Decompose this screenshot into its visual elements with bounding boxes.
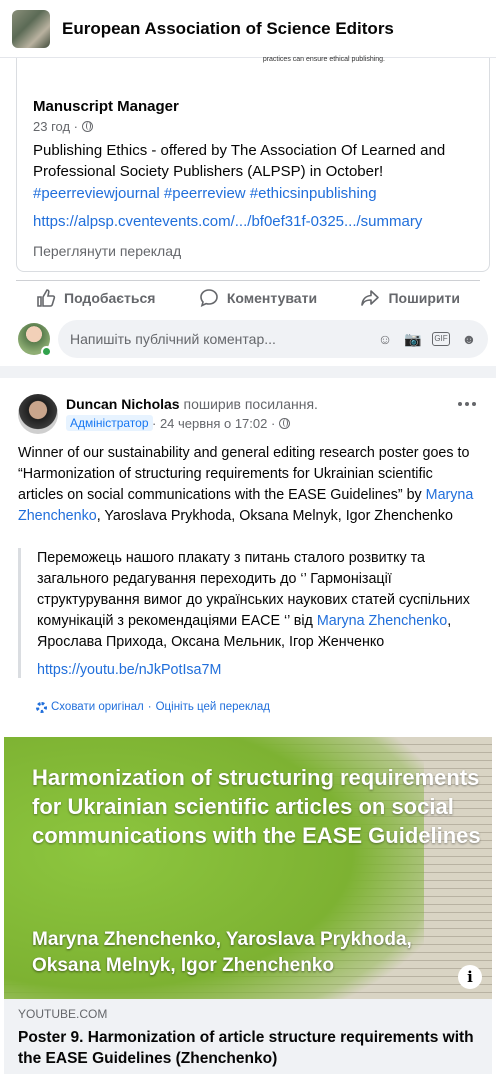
youtube-short-link[interactable]: https://youtu.be/nJkPotIsa7M: [37, 662, 480, 678]
sticker-icon[interactable]: ☻: [460, 330, 478, 348]
post-duncan-nicholas: Duncan Nicholas поширив посилання. Адмін…: [0, 378, 496, 1074]
comment-placeholder: Напишіть публічний коментар...: [70, 331, 276, 347]
comment-label: Коментувати: [226, 289, 318, 306]
hide-original-link[interactable]: Сховати оригінал: [51, 701, 144, 713]
emoji-icon[interactable]: ☺: [376, 330, 394, 348]
cropped-caption: practices can ensure ethical publishing.: [262, 56, 385, 63]
info-icon[interactable]: i: [458, 965, 482, 989]
author-avatar[interactable]: [18, 394, 58, 434]
shared-post-card[interactable]: practices can ensure ethical publishing.…: [16, 56, 490, 272]
author-name[interactable]: Duncan Nicholas: [66, 396, 180, 412]
globe-icon: [278, 418, 290, 429]
online-status-dot: [41, 346, 52, 357]
current-user-avatar[interactable]: [18, 323, 52, 357]
comment-input[interactable]: Напишіть публічний коментар... ☺ 📷 GIF ☻: [58, 320, 488, 358]
camera-icon[interactable]: 📷: [404, 330, 422, 348]
shared-post-meta: 23 год ·: [33, 119, 93, 134]
post-text-part-1: Winner of our sustainability and general…: [18, 445, 470, 503]
share-icon: [361, 289, 380, 306]
comment-tools: ☺ 📷 GIF ☻: [376, 330, 478, 348]
hashtags[interactable]: #peerreviewjournal #peerreview #ethicsin…: [33, 185, 377, 202]
rate-translation-link[interactable]: Оцініть цей переклад: [156, 701, 270, 713]
preview-domain: YOUTUBE.COM: [18, 1007, 108, 1021]
event-link[interactable]: https://alpsp.cventevents.com/.../bf0ef3…: [33, 213, 422, 230]
shared-post-time[interactable]: 23 год ·: [33, 119, 78, 134]
thumbnail-authors: Maryna Zhenchenko, Yaroslava Prykhoda, O…: [32, 929, 412, 976]
post-manuscript-manager: practices can ensure ethical publishing.…: [0, 56, 496, 366]
share-label: Поширити: [388, 289, 460, 306]
comment-button[interactable]: Коментувати: [199, 285, 317, 310]
video-thumbnail[interactable]: Harmonization of structuring requirement…: [4, 737, 492, 999]
shared-author-name[interactable]: Manuscript Manager: [33, 98, 179, 115]
translated-text-block: Переможець нашого плакату з питань стало…: [18, 548, 480, 678]
translation-controls: Сховати оригінал · Оцініть цей переклад: [36, 701, 270, 713]
translated-mention-link[interactable]: Maryna Zhenchenko: [317, 613, 447, 629]
group-title[interactable]: European Association of Science Editors: [62, 19, 394, 39]
comment-composer: Напишіть публічний коментар... ☺ 📷 GIF ☻: [18, 320, 488, 358]
preview-title: Poster 9. Harmonization of article struc…: [18, 1029, 474, 1067]
separator-dot: ·: [147, 701, 152, 713]
see-translation-link[interactable]: Переглянути переклад: [33, 243, 181, 259]
gear-icon: [36, 701, 47, 713]
post-text-part-2: , Yaroslava Prykhoda, Oksana Melnyk, Igo…: [96, 508, 453, 524]
post-text: Winner of our sustainability and general…: [18, 443, 480, 527]
group-header: European Association of Science Editors: [0, 0, 496, 58]
shared-post-text: Publishing Ethics - offered by The Assoc…: [33, 142, 446, 180]
share-button[interactable]: Поширити: [360, 285, 460, 310]
globe-icon: [82, 121, 93, 132]
gif-icon[interactable]: GIF: [432, 332, 450, 346]
thumbnail-title: Harmonization of structuring requirement…: [32, 765, 481, 848]
like-label: Подобається: [64, 289, 156, 306]
post-actions: Подобається Коментувати Поширити: [16, 280, 480, 310]
comment-icon: [200, 288, 218, 307]
post-date-text: · 24 червня о 17:02 ·: [152, 416, 276, 431]
link-preview[interactable]: YOUTUBE.COM Poster 9. Harmonization of a…: [4, 999, 492, 1074]
thumbs-up-icon: [37, 288, 56, 307]
admin-badge: Адміністратор: [66, 415, 153, 431]
translated-text: Переможець нашого плакату з питань стало…: [37, 548, 480, 653]
like-button[interactable]: Подобається: [36, 285, 155, 310]
author-action: поширив посилання.: [179, 396, 318, 412]
group-avatar[interactable]: [12, 9, 50, 48]
more-options-icon[interactable]: [458, 402, 476, 406]
author-line: Duncan Nicholas поширив посилання.: [66, 396, 318, 412]
post-date[interactable]: · 24 червня о 17:02 ·: [152, 416, 290, 431]
